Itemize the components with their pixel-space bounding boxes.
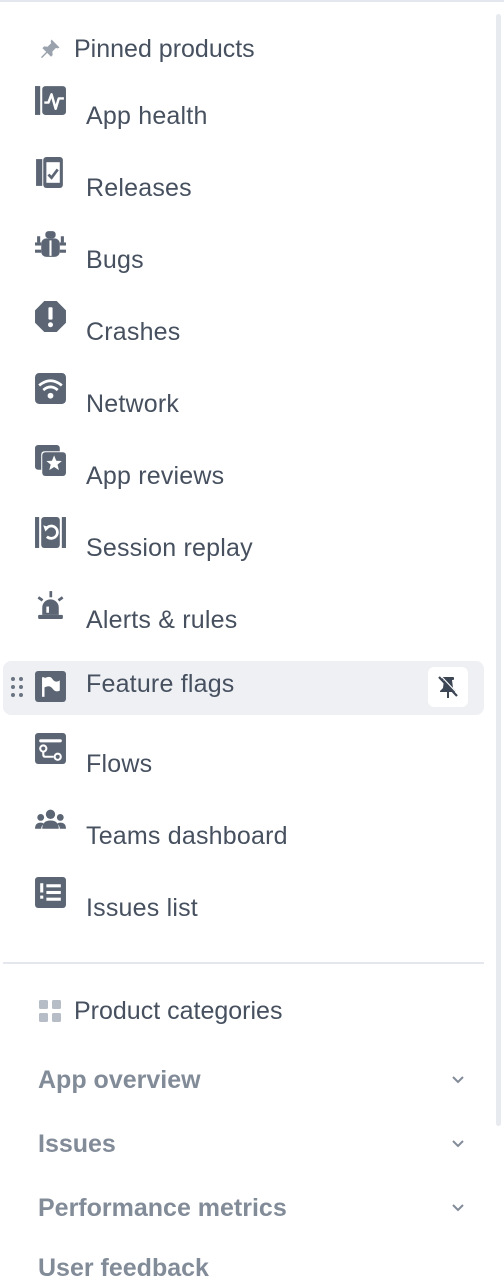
nav-item-network[interactable]: Network <box>0 370 504 442</box>
nav-item-alerts-rules[interactable]: Alerts & rules <box>0 586 504 658</box>
nav-label: Network <box>86 390 180 418</box>
nav-label: Flows <box>86 750 153 778</box>
pinned-products-header: Pinned products <box>38 33 255 65</box>
nav-item-releases[interactable]: Releases <box>0 154 504 226</box>
nav-item-app-health[interactable]: App health <box>0 82 504 154</box>
top-border <box>0 0 504 2</box>
nav-label: Teams dashboard <box>86 822 288 850</box>
unpin-icon <box>438 675 459 698</box>
nav-label: App reviews <box>86 462 225 490</box>
nav-item-teams-dashboard[interactable]: Teams dashboard <box>0 802 504 874</box>
nav-item-feature-flags[interactable]: Feature flags <box>0 658 504 730</box>
chevron-down-icon <box>448 1134 468 1154</box>
releases-icon <box>34 156 67 189</box>
crash-icon <box>34 300 67 333</box>
nav-label: Feature flags <box>86 670 235 698</box>
category-label: User feedback <box>38 1253 209 1282</box>
grid-icon <box>38 999 62 1023</box>
pinned-products-title: Pinned products <box>74 34 255 63</box>
nav-label: Alerts & rules <box>86 606 238 634</box>
nav-item-crashes[interactable]: Crashes <box>0 298 504 370</box>
category-user-feedback[interactable]: User feedback <box>38 1250 468 1286</box>
nav-label: Releases <box>86 174 192 202</box>
session-replay-icon <box>34 516 67 549</box>
nav-label: Issues list <box>86 894 198 922</box>
section-divider <box>3 962 484 964</box>
nav-item-session-replay[interactable]: Session replay <box>0 514 504 586</box>
chevron-down-icon <box>448 1198 468 1218</box>
wifi-icon <box>34 372 67 405</box>
category-issues[interactable]: Issues <box>38 1126 468 1162</box>
flag-icon <box>34 670 67 703</box>
pin-icon <box>38 37 62 61</box>
nav-label: Session replay <box>86 534 253 562</box>
product-categories-title: Product categories <box>74 996 283 1025</box>
category-label: Issues <box>38 1129 116 1158</box>
list-icon <box>34 876 67 909</box>
unpin-button[interactable] <box>428 667 468 707</box>
active-item-background <box>3 661 484 715</box>
chevron-down-icon <box>448 1070 468 1090</box>
nav-item-bugs[interactable]: Bugs <box>0 226 504 298</box>
teams-icon <box>34 804 67 837</box>
flows-icon <box>34 732 67 765</box>
nav-item-flows[interactable]: Flows <box>0 730 504 802</box>
product-categories-header: Product categories <box>38 995 282 1027</box>
bug-icon <box>34 228 67 261</box>
nav-label: Bugs <box>86 246 144 274</box>
nav-label: Crashes <box>86 318 181 346</box>
siren-icon <box>34 588 67 621</box>
pinned-products-list: App health Releases Bugs Crashes Network… <box>0 82 504 946</box>
nav-item-issues-list[interactable]: Issues list <box>0 874 504 946</box>
category-label: App overview <box>38 1065 201 1094</box>
app-health-icon <box>34 84 67 117</box>
category-performance-metrics[interactable]: Performance metrics <box>38 1190 468 1226</box>
nav-item-app-reviews[interactable]: App reviews <box>0 442 504 514</box>
category-app-overview[interactable]: App overview <box>38 1062 468 1098</box>
category-label: Performance metrics <box>38 1193 287 1222</box>
drag-handle-icon[interactable] <box>10 676 24 698</box>
app-reviews-icon <box>34 444 67 477</box>
nav-label: App health <box>86 102 208 130</box>
